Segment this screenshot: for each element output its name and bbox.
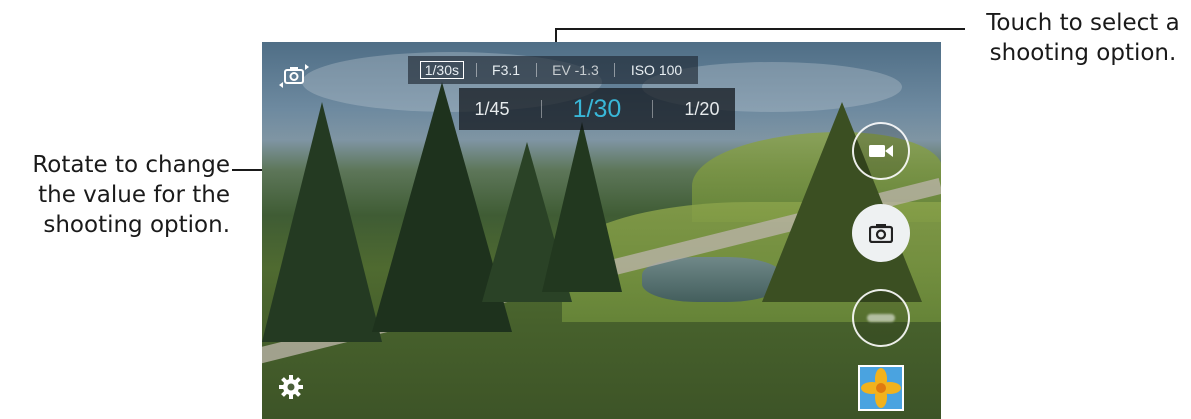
shutter-speed-option[interactable]: 1/30s [419, 61, 464, 79]
camera-icon [869, 224, 893, 243]
divider [540, 100, 542, 118]
value-dial[interactable]: 1/45 1/30 1/20 [459, 88, 735, 130]
divider [475, 63, 477, 77]
callout-line-right-horizontal [555, 28, 965, 30]
mode-button[interactable] [852, 289, 910, 347]
gallery-thumbnail[interactable] [858, 365, 904, 411]
shooting-options-bar: 1/30s F3.1 EV -1.3 ISO 100 [408, 56, 698, 84]
divider [652, 100, 654, 118]
video-camera-icon [869, 145, 893, 157]
tree [542, 122, 622, 292]
take-photo-button[interactable] [852, 204, 910, 262]
dial-value-next[interactable]: 1/20 [684, 99, 719, 120]
camera-viewfinder[interactable]: 1/30s F3.1 EV -1.3 ISO 100 1/45 1/30 1/2… [262, 42, 941, 419]
switch-camera-icon[interactable] [276, 60, 312, 92]
callout-select-option: Touch to select a shooting option. [986, 10, 1180, 66]
callout-rotate-value: Rotate to change the value for the shoot… [32, 152, 230, 238]
record-video-button[interactable] [852, 122, 910, 180]
lake [642, 257, 782, 302]
aperture-option[interactable]: F3.1 [488, 62, 524, 78]
tree [262, 102, 382, 342]
flower-image [860, 367, 902, 409]
iso-option[interactable]: ISO 100 [627, 62, 686, 78]
divider [535, 63, 537, 77]
gear-icon[interactable] [276, 372, 306, 402]
dial-value-prev[interactable]: 1/45 [475, 99, 510, 120]
mode-icon [867, 314, 895, 322]
exposure-value-option[interactable]: EV -1.3 [548, 62, 603, 78]
divider [614, 63, 616, 77]
dial-value-current[interactable]: 1/30 [573, 95, 622, 124]
